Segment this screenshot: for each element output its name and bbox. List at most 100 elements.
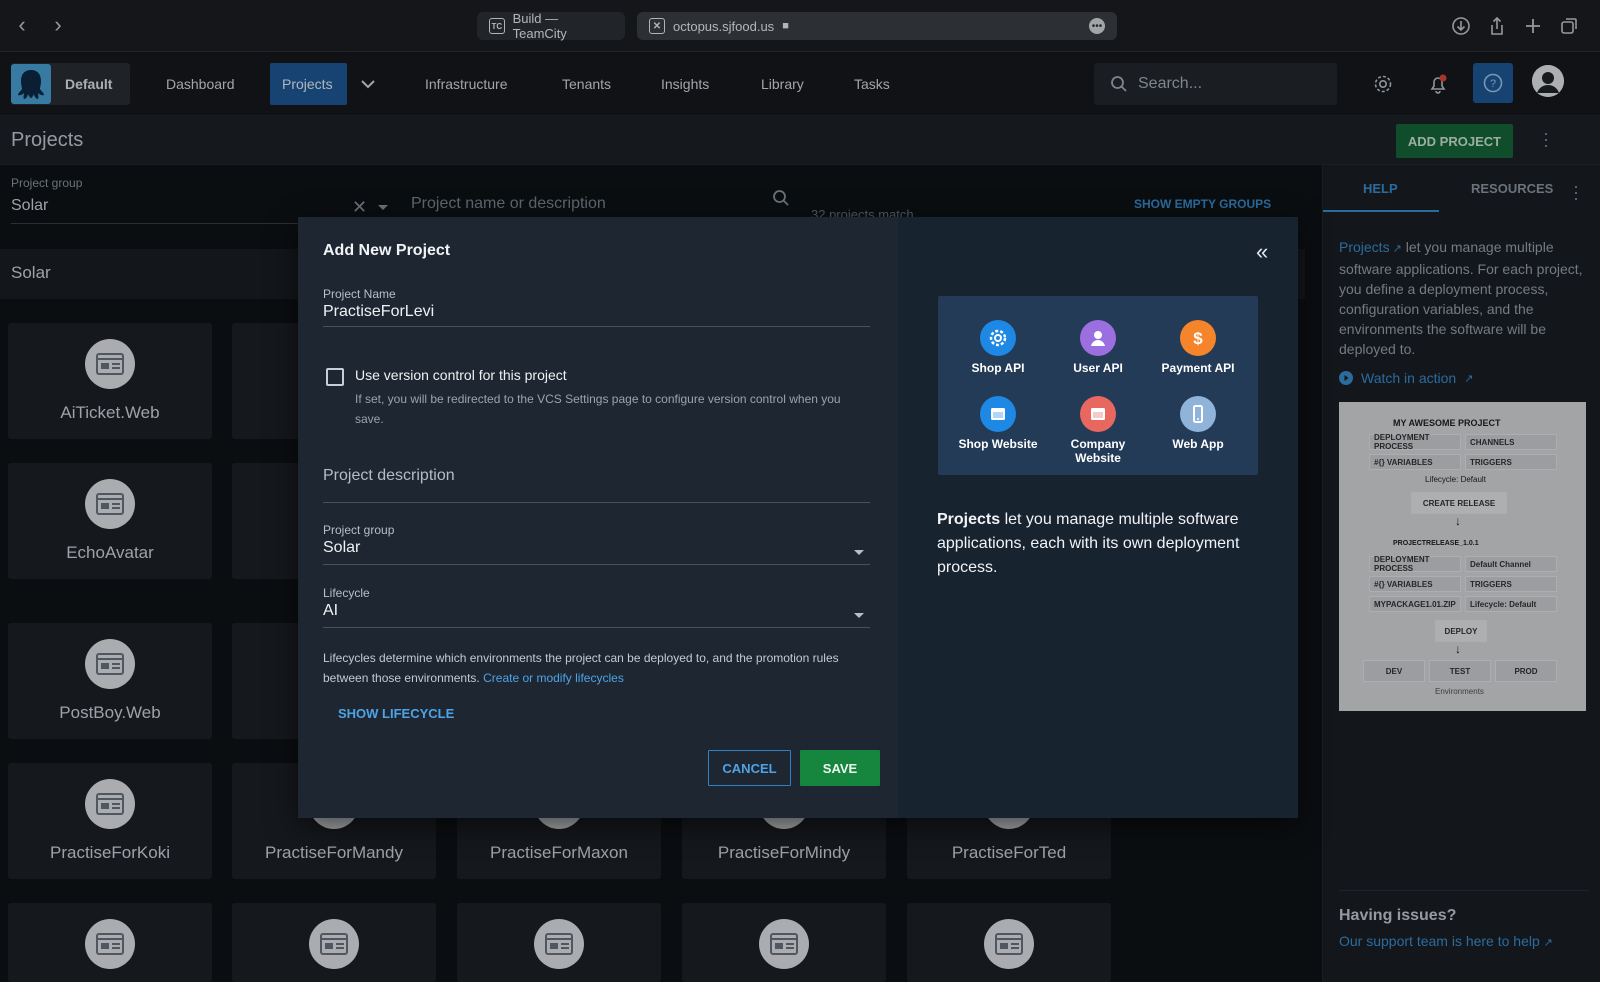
project-card[interactable] [8, 903, 212, 982]
project-logo-icon [85, 919, 135, 969]
nav-library[interactable]: Library [749, 63, 816, 105]
browser-tab-teamcity[interactable]: TC Build — TeamCity [477, 11, 625, 41]
project-group-select[interactable]: Solar [323, 539, 360, 557]
save-button[interactable]: SAVE [800, 750, 880, 786]
add-project-button[interactable]: ADD PROJECT [1396, 124, 1513, 158]
project-card[interactable] [457, 903, 661, 982]
project-logo-icon [984, 919, 1034, 969]
forward-icon[interactable]: › [46, 14, 70, 38]
project-name-input[interactable]: PractiseForLevi [323, 303, 434, 321]
filter-dropdown-caret-icon[interactable] [378, 205, 388, 210]
project-card[interactable]: EchoAvatar [8, 463, 212, 579]
global-search[interactable]: Search... [1094, 63, 1337, 105]
search-icon [1111, 76, 1127, 92]
divider [1339, 890, 1589, 891]
nav-projects[interactable]: Projects [270, 63, 347, 105]
search-placeholder: Search... [1138, 75, 1203, 92]
support-link[interactable]: Our support team is here to help ↗ [1339, 933, 1553, 949]
help-more-icon[interactable]: · · · [1573, 177, 1579, 207]
diagram-item-label: User API [1073, 361, 1123, 375]
nav-dashboard[interactable]: Dashboard [154, 63, 247, 105]
project-logo-icon [534, 919, 584, 969]
project-logo-icon [85, 639, 135, 689]
clear-filter-icon[interactable]: ✕ [352, 197, 367, 218]
project-card[interactable]: PostBoy.Web [8, 623, 212, 739]
share-icon[interactable] [1486, 15, 1508, 37]
projects-help-link[interactable]: Projects [1339, 239, 1390, 255]
project-group-caret-icon[interactable] [854, 550, 864, 555]
tab-help[interactable]: HELP [1363, 181, 1398, 196]
user-avatar[interactable] [1532, 65, 1564, 97]
lock-icon: ■ [782, 20, 789, 32]
project-group-filter-value[interactable]: Solar [11, 197, 48, 215]
lifecycle-help: Lifecycles determine which environments … [323, 648, 863, 688]
dialog-form: Add New Project Project Name PractiseFor… [298, 217, 898, 818]
help-description: Projects ↗ let you manage multiple softw… [1339, 239, 1583, 357]
modify-lifecycles-link[interactable]: Create or modify lifecycles [483, 671, 624, 685]
browser-tab-title: Build — TeamCity [512, 11, 567, 41]
project-logo-icon [309, 919, 359, 969]
download-icon[interactable] [1450, 15, 1472, 37]
add-project-dialog: Add New Project Project Name PractiseFor… [298, 217, 1298, 818]
back-icon[interactable]: ‹ [10, 14, 34, 38]
diagram-release-variables: #{} VARIABLES [1369, 576, 1461, 592]
svg-text:$: $ [1193, 329, 1203, 348]
diagram-item-label: Payment API [1161, 361, 1235, 375]
project-card-name: EchoAvatar [66, 543, 154, 562]
cancel-button[interactable]: CANCEL [708, 750, 791, 786]
tab-overview-icon[interactable] [1558, 15, 1580, 37]
project-card[interactable] [907, 903, 1111, 982]
diagram-item: User API [1048, 320, 1148, 375]
diagram-item-label: Shop API [971, 361, 1025, 375]
diagram-item: Shop Website [948, 396, 1048, 451]
show-empty-groups-link[interactable]: SHOW EMPTY GROUPS [1134, 197, 1271, 211]
lifecycle-select[interactable]: AI [323, 602, 338, 620]
nav-infrastructure[interactable]: Infrastructure [413, 63, 519, 105]
chevron-down-icon[interactable] [360, 79, 376, 89]
show-lifecycle-button[interactable]: SHOW LIFECYCLE [338, 706, 454, 721]
new-tab-icon[interactable] [1522, 15, 1544, 37]
space-switcher[interactable]: Default [11, 63, 130, 105]
help-icon[interactable]: ? [1473, 63, 1513, 103]
project-logo-icon [759, 919, 809, 969]
watch-in-action-link[interactable]: Watch in action ↗ [1339, 370, 1473, 386]
octopus-favicon-icon: ✕ [649, 18, 665, 34]
lifecycle-caret-icon[interactable] [854, 613, 864, 618]
vcs-checkbox[interactable] [326, 368, 344, 386]
project-examples-diagram: Shop API User API $ Payment API Shop Website… [938, 296, 1258, 475]
project-name-filter-input[interactable]: Project name or description [411, 195, 606, 213]
browser-tab-octopus[interactable]: ✕ octopus.sjfood.us ■ ••• [637, 12, 1117, 40]
page-title: Projects [11, 129, 84, 151]
address-bar-url[interactable]: octopus.sjfood.us [673, 19, 774, 34]
nav-insights[interactable]: Insights [649, 63, 721, 105]
project-card[interactable] [682, 903, 886, 982]
description-underline [323, 502, 870, 503]
user-icon [1080, 320, 1116, 356]
project-description-input[interactable]: Project description [323, 467, 455, 485]
lifecycle-underline [323, 627, 870, 628]
nav-tasks[interactable]: Tasks [842, 63, 902, 105]
more-icon[interactable]: ••• [1089, 18, 1105, 34]
collapse-panel-icon[interactable]: « [1256, 239, 1268, 265]
vcs-checkbox-label[interactable]: Use version control for this project [355, 367, 567, 383]
diagram-default-channel: Default Channel [1465, 556, 1557, 572]
diagram-release: PROJECTRELEASE_1.0.1 [1393, 540, 1479, 547]
settings-gear-icon[interactable] [1367, 68, 1399, 100]
page-more-icon[interactable]: · · · [1543, 124, 1549, 154]
tab-resources[interactable]: RESOURCES [1471, 181, 1553, 196]
project-card-name: PostBoy.Web [59, 703, 161, 722]
dialog-info-panel: « Shop API User API $ Payment API Shop Websi… [898, 217, 1298, 818]
notifications-bell-icon[interactable] [1422, 68, 1454, 100]
phone-icon [1180, 396, 1216, 432]
project-card[interactable]: PractiseForKoki [8, 763, 212, 879]
project-card[interactable]: AiTicket.Web [8, 323, 212, 439]
gear-icon [980, 320, 1016, 356]
project-card[interactable] [232, 903, 436, 982]
project-name-label: Project Name [323, 287, 396, 301]
diagram-item-label: Web App [1172, 437, 1224, 451]
diagram-env-test: TEST [1429, 660, 1491, 682]
lifecycle-label: Lifecycle [323, 586, 370, 600]
nav-tenants[interactable]: Tenants [550, 63, 623, 105]
diagram-item: Company Website [1048, 396, 1148, 465]
dollar-icon: $ [1180, 320, 1216, 356]
